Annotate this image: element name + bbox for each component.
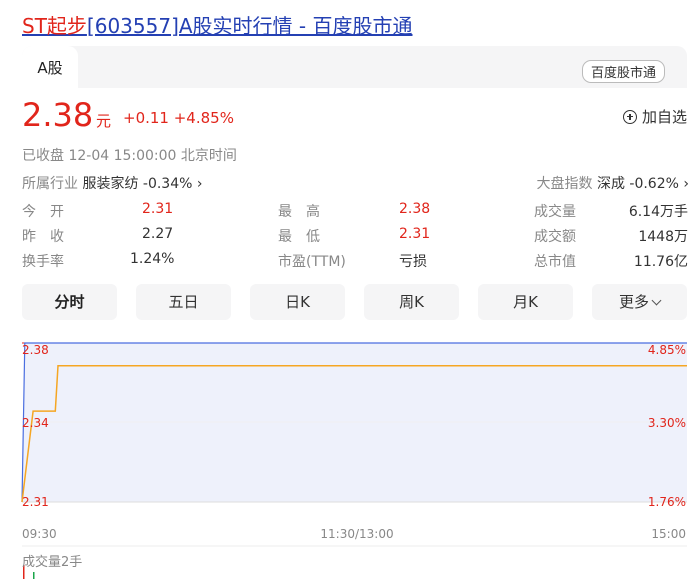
low-value: 2.31	[399, 226, 431, 242]
volume-bar	[33, 572, 35, 579]
tab-weekly-k[interactable]: 周K	[364, 284, 459, 320]
pe-label: 市盈(TTM)	[278, 254, 346, 270]
add-watchlist-button[interactable]: 加自选	[622, 106, 687, 127]
time-label-midday: 11:30/13:00	[320, 527, 393, 541]
tab-a-share[interactable]: A股	[22, 46, 78, 88]
market-status: 已收盘 12-04 15:00:00 北京时间	[22, 148, 237, 164]
tab-monthly-k[interactable]: 月K	[478, 284, 573, 320]
add-watchlist-label: 加自选	[641, 108, 687, 126]
pct-label-high: 4.85%	[648, 343, 686, 357]
prev-close-value: 2.27	[142, 226, 174, 242]
industry-label: 所属行业	[22, 176, 78, 192]
price-label-low: 2.31	[22, 495, 49, 509]
tab-more-label: 更多	[618, 293, 649, 311]
industry-link[interactable]: 所属行业 服装家纺 -0.34% ›	[22, 173, 203, 193]
plus-circle-icon	[622, 109, 637, 124]
price-label-high: 2.38	[22, 343, 49, 357]
stock-code-title[interactable]: [603557]A股实时行情 - 百度股市通	[87, 14, 413, 38]
pct-label-low: 1.76%	[648, 495, 686, 509]
high-value: 2.38	[399, 201, 431, 217]
turnover-value: 1.24%	[130, 251, 175, 267]
low-label: 最 低	[278, 229, 320, 245]
page-title-link[interactable]: ST起步[603557]A股实时行情 - 百度股市通	[22, 10, 413, 39]
current-price: 2.38	[22, 96, 94, 134]
tab-daily-k[interactable]: 日K	[250, 284, 345, 320]
index-label: 大盘指数	[536, 176, 593, 192]
chevron-right-icon: ›	[196, 176, 203, 192]
chevron-down-icon	[651, 295, 662, 306]
price-change: +0.11 +4.85%	[123, 109, 234, 127]
price-unit: 元	[96, 112, 112, 130]
source-badge[interactable]: 百度股市通	[581, 60, 665, 83]
index-value: 深成 -0.62%	[596, 176, 679, 192]
tab-intraday[interactable]: 分时	[22, 284, 117, 320]
industry-value: 服装家纺 -0.34%	[82, 176, 193, 192]
turnover-label: 换手率	[22, 254, 64, 270]
volume-label: 成交量	[534, 204, 576, 220]
market-tab-bar: A股 百度股市通	[22, 46, 687, 88]
intraday-chart[interactable]: 2.38 2.34 2.31 4.85% 3.30% 1.76% 09:30 1…	[0, 330, 700, 579]
pe-value: 亏损	[399, 254, 427, 270]
mktcap-value: 11.76亿	[633, 254, 688, 270]
price-label-mid: 2.34	[22, 416, 49, 430]
tab-five-day[interactable]: 五日	[136, 284, 231, 320]
tab-more[interactable]: 更多	[592, 284, 687, 320]
volume-chart-label: 成交量2手	[22, 555, 83, 570]
open-value: 2.31	[142, 201, 174, 217]
prev-close-label: 昨 收	[22, 229, 64, 245]
amount-value: 1448万	[638, 229, 688, 245]
chevron-right-icon: ›	[683, 176, 689, 192]
index-link[interactable]: 大盘指数 深成 -0.62% ›	[537, 173, 690, 193]
amount-label: 成交额	[534, 229, 576, 245]
mktcap-label: 总市值	[534, 254, 576, 270]
time-label-close: 15:00	[651, 527, 686, 541]
volume-value: 6.14万手	[628, 204, 688, 220]
time-label-open: 09:30	[22, 527, 57, 541]
period-tabs: 分时 五日 日K 周K 月K 更多	[22, 284, 687, 320]
stock-name[interactable]: ST起步	[22, 14, 87, 38]
open-label: 今 开	[22, 204, 64, 220]
pct-label-mid: 3.30%	[648, 416, 686, 430]
high-label: 最 高	[278, 204, 320, 220]
